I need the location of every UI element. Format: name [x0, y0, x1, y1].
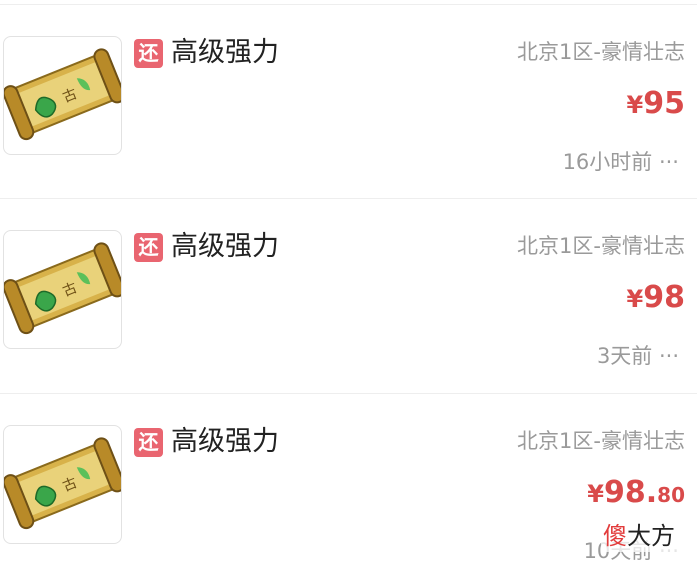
watermark-first-char: 傻 — [603, 522, 627, 550]
scroll-icon[interactable]: 古 — [3, 230, 122, 349]
server-name: 北京1区-豪情壮志 — [517, 429, 685, 453]
price-currency: ¥ — [626, 91, 644, 119]
posted-time[interactable]: 3天前 ··· — [597, 341, 679, 371]
server-name: 北京1区-豪情壮志 — [517, 234, 685, 258]
price-currency: ¥ — [587, 480, 604, 508]
return-badge: 还 — [134, 428, 163, 457]
item-title[interactable]: 高级强力 — [171, 34, 279, 72]
item-price: ¥98 — [627, 280, 685, 315]
price-decimal: 80 — [657, 483, 685, 507]
posted-time[interactable]: 16小时前 ··· — [563, 147, 679, 177]
listing-page: 古 还 高级强力 北京1区-豪情壮志 ¥95 16小时前 ··· 古 还 高级强… — [0, 0, 697, 575]
listing-item[interactable]: 古 还 高级强力 北京1区-豪情壮志 ¥98 3天前 ··· — [0, 194, 697, 394]
scroll-icon[interactable]: 古 — [3, 36, 122, 155]
price-currency: ¥ — [626, 285, 644, 313]
return-badge: 还 — [134, 233, 163, 262]
price-integer: 98 — [643, 280, 685, 315]
watermark: 傻大方 — [601, 520, 677, 552]
return-badge: 还 — [134, 39, 163, 68]
price-integer: 98. — [604, 475, 658, 510]
listing-item[interactable]: 古 还 高级强力 北京1区-豪情壮志 ¥95 16小时前 ··· — [0, 0, 697, 199]
scroll-icon[interactable]: 古 — [3, 425, 122, 544]
item-price: ¥98.80 — [587, 475, 685, 510]
server-name: 北京1区-豪情壮志 — [517, 40, 685, 64]
watermark-rest: 大方 — [627, 522, 675, 550]
item-price: ¥95 — [627, 86, 685, 121]
price-integer: 95 — [643, 86, 685, 121]
item-title[interactable]: 高级强力 — [171, 228, 279, 266]
item-title[interactable]: 高级强力 — [171, 423, 279, 461]
listing-item[interactable]: 古 还 高级强力 北京1区-豪情壮志 ¥98.80 10天前 ··· — [0, 389, 697, 575]
